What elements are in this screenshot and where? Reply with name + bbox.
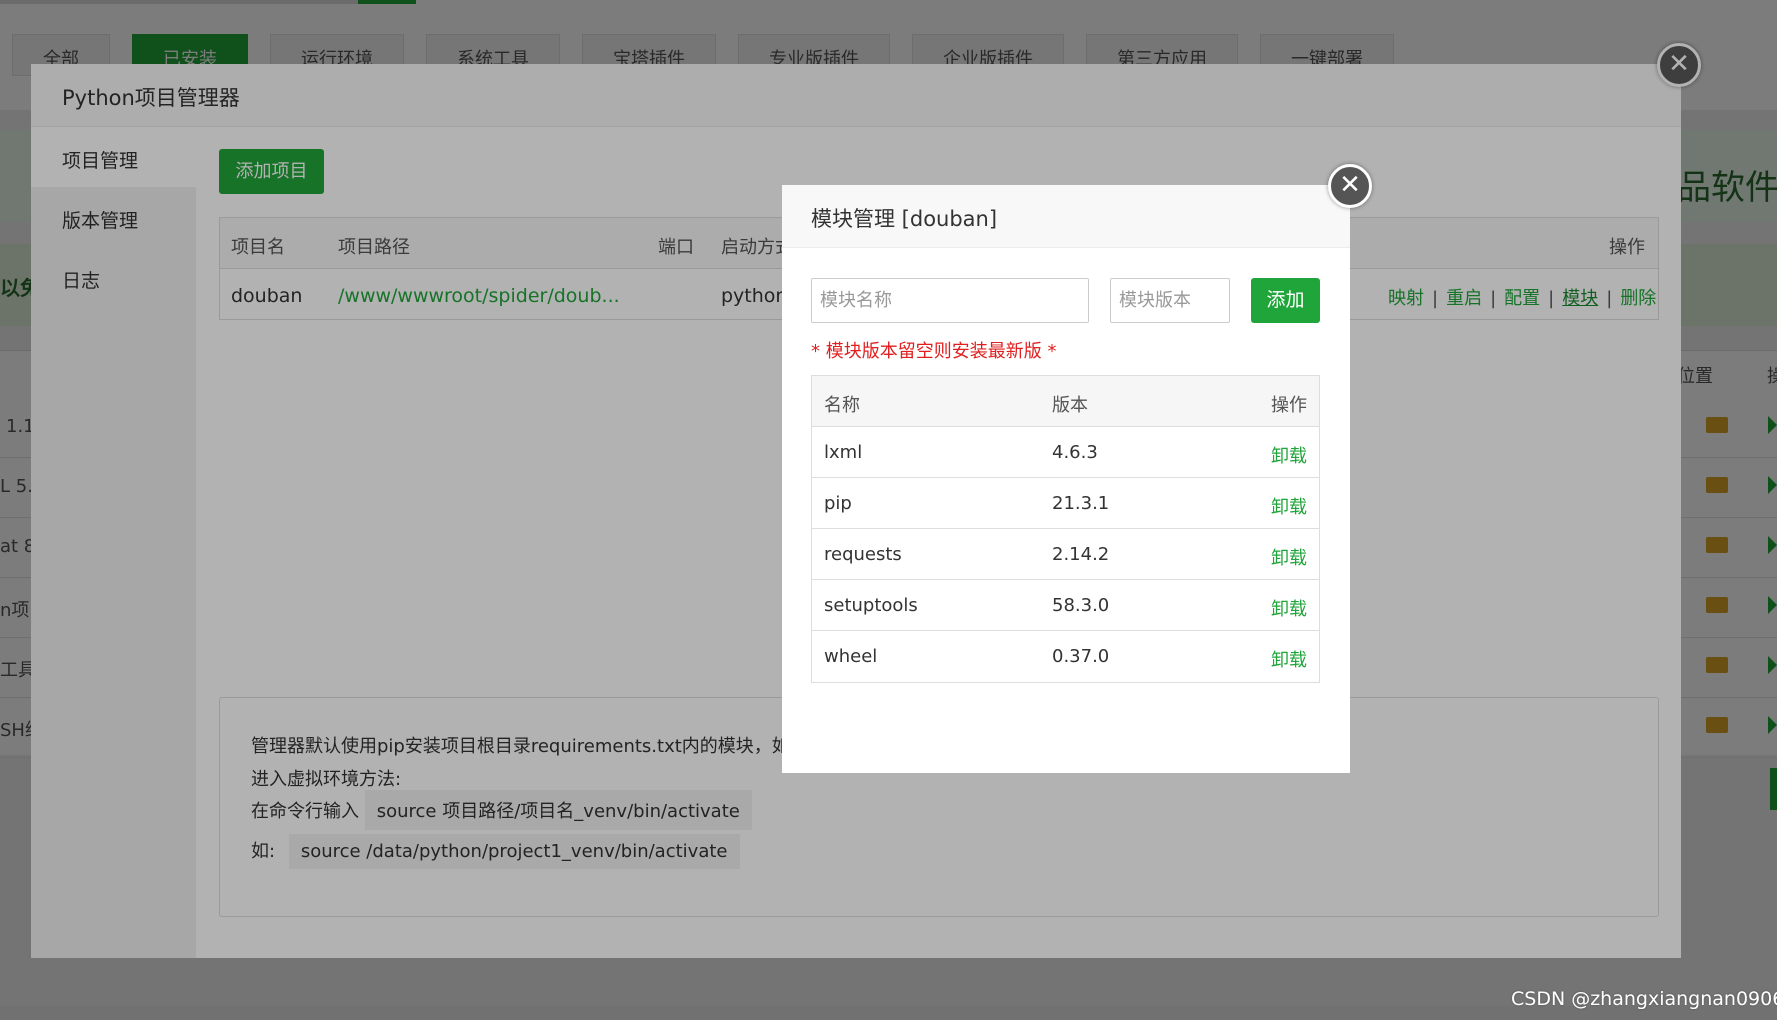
module-version: 0.37.0: [1052, 646, 1110, 667]
table-row: pip 21.3.1 卸载: [812, 478, 1319, 529]
watermark: CSDN @zhangxiangnan0906: [1511, 988, 1777, 1010]
module-version: 21.3.1: [1052, 493, 1110, 514]
module-name: lxml: [824, 442, 863, 463]
uninstall-link[interactable]: 卸载: [1271, 442, 1307, 468]
module-version-input[interactable]: [1110, 278, 1230, 323]
module-name: pip: [824, 493, 852, 514]
uninstall-link[interactable]: 卸载: [1271, 646, 1307, 672]
module-version: 4.6.3: [1052, 442, 1098, 463]
header-version: 版本: [1052, 395, 1088, 416]
header-name: 名称: [824, 395, 860, 416]
dialog-title: 模块管理 [douban]: [811, 207, 998, 231]
header-action: 操作: [1271, 395, 1307, 416]
table-row: lxml 4.6.3 卸载: [812, 427, 1319, 478]
close-icon[interactable]: ✕: [1328, 164, 1372, 208]
uninstall-link[interactable]: 卸载: [1271, 595, 1307, 621]
module-name-input[interactable]: [811, 278, 1089, 323]
module-name: wheel: [824, 646, 878, 667]
dialog-header: 模块管理 [douban]: [782, 185, 1350, 248]
add-module-button[interactable]: 添加: [1251, 278, 1320, 323]
table-row: wheel 0.37.0 卸载: [812, 631, 1319, 682]
module-table: 名称 版本 操作 lxml 4.6.3 卸载 pip 21.3.1 卸载 req…: [811, 375, 1320, 683]
module-version: 2.14.2: [1052, 544, 1110, 565]
module-version: 58.3.0: [1052, 595, 1110, 616]
module-table-header: 名称 版本 操作: [812, 376, 1319, 427]
uninstall-link[interactable]: 卸载: [1271, 493, 1307, 519]
module-name: requests: [824, 544, 902, 565]
table-row: setuptools 58.3.0 卸载: [812, 580, 1319, 631]
version-tip: * 模块版本留空则安装最新版 *: [811, 341, 1057, 362]
uninstall-link[interactable]: 卸载: [1271, 544, 1307, 570]
table-row: requests 2.14.2 卸载: [812, 529, 1319, 580]
module-name: setuptools: [824, 595, 918, 616]
module-manager-dialog: 模块管理 [douban] 添加 * 模块版本留空则安装最新版 * 名称 版本 …: [782, 185, 1350, 773]
